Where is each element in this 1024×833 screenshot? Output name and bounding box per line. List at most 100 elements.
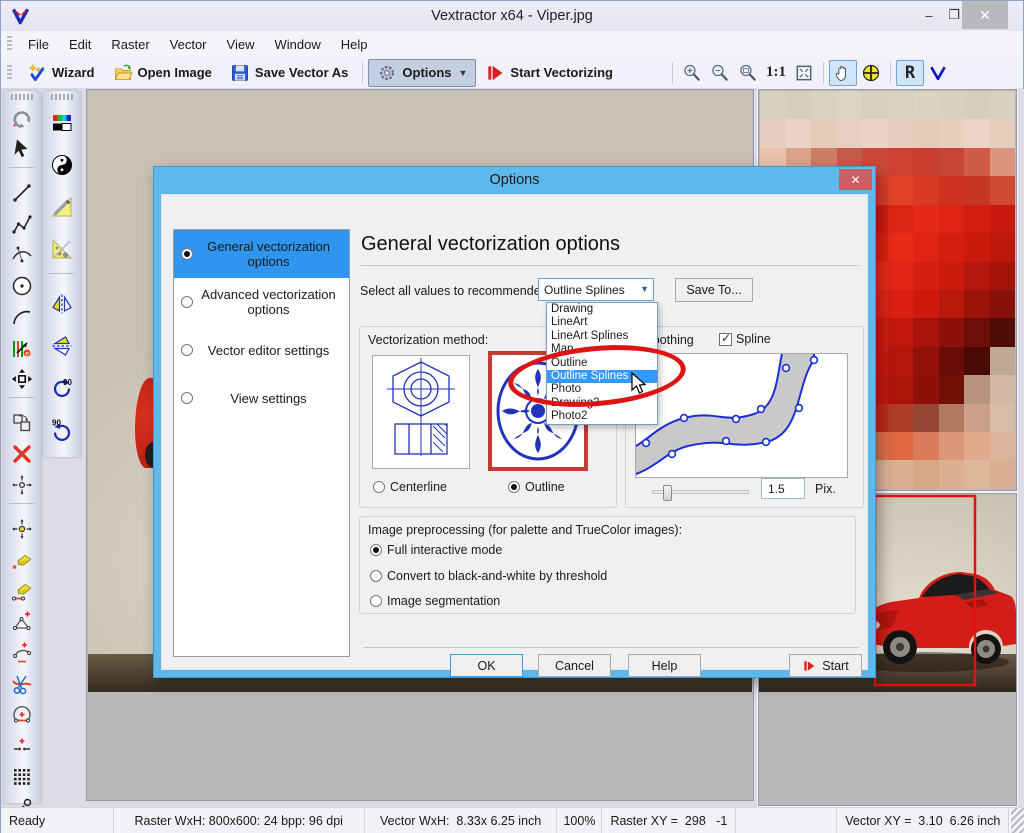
recommended-combobox[interactable]: Outline Splines ▼ [538, 278, 654, 301]
dialog-title: Options [154, 172, 875, 188]
menu-raster[interactable]: Raster [101, 33, 159, 56]
zoom-out-button[interactable] [706, 60, 734, 86]
options-button[interactable]: Options▼ [368, 59, 476, 87]
tool-add-point[interactable] [3, 730, 41, 761]
dropdown-option-drawing[interactable]: Drawing [547, 303, 657, 316]
dropdown-option-lineart-splines[interactable]: LineArt Splines [547, 330, 657, 343]
tool-circle-tool[interactable] [3, 270, 41, 301]
pixel-cell [913, 262, 939, 290]
dropdown-option-photo2[interactable]: Photo2 [547, 410, 657, 423]
tool-move[interactable] [3, 363, 41, 394]
toggle-raster-button[interactable]: R [896, 60, 924, 86]
tool-cut[interactable] [3, 668, 41, 699]
tool-palette[interactable] [43, 102, 81, 144]
centerline-preview[interactable] [372, 355, 470, 469]
options-nav-item-2[interactable]: Vector editor settings [174, 326, 349, 374]
slider-thumb[interactable] [663, 485, 672, 501]
pixel-cell [913, 432, 939, 460]
open-image-button[interactable]: Open Image [104, 59, 221, 87]
menu-view[interactable]: View [217, 33, 265, 56]
select-arrow-icon [10, 137, 34, 161]
dropdown-arrow-icon[interactable]: ▼ [459, 68, 468, 78]
menubar-grip[interactable] [7, 36, 12, 52]
tool-clean-raster[interactable] [43, 186, 81, 228]
tool-delete[interactable] [3, 438, 41, 469]
tool-polyline[interactable] [3, 208, 41, 239]
tool-invert[interactable] [43, 144, 81, 186]
pixel-cell [964, 347, 990, 375]
tool-rotate-cw-90[interactable]: 90 [43, 367, 81, 409]
toolbox-column-edit: e [3, 91, 41, 803]
tool-add-arc[interactable] [3, 637, 41, 668]
actual-size-button[interactable]: 1:1 [762, 60, 790, 86]
open-image-label: Open Image [138, 65, 212, 80]
tool-despeckle[interactable] [43, 228, 81, 270]
menu-window[interactable]: Window [264, 33, 330, 56]
center-view-button[interactable] [857, 60, 885, 86]
save-to-button[interactable]: Save To... [675, 278, 753, 302]
tool-rotate-ccw-90[interactable]: 90 [43, 409, 81, 451]
pan-button[interactable] [829, 60, 857, 86]
spline-checkbox[interactable] [719, 333, 732, 346]
dialog-close-button[interactable]: ✕ [839, 169, 872, 190]
zoom-in-button[interactable] [678, 60, 706, 86]
start-button[interactable]: Start [789, 654, 862, 677]
toggle-raster-icon: R [905, 63, 915, 83]
resize-grip[interactable] [1011, 808, 1024, 833]
menu-edit[interactable]: Edit [59, 33, 101, 56]
toggle-vector-button[interactable] [924, 60, 952, 86]
tool-move-node[interactable] [3, 469, 41, 500]
smoothing-value-field[interactable]: 1.5 [761, 478, 805, 499]
fit-window-button[interactable] [790, 60, 818, 86]
preprocessing-radio-1[interactable]: Convert to black-and-white by threshold [370, 569, 607, 583]
preprocessing-radio-2[interactable]: Image segmentation [370, 594, 500, 608]
tool-select-arrow[interactable] [3, 133, 41, 164]
toolbox-grip[interactable] [51, 94, 73, 100]
pixel-cell [786, 91, 812, 119]
centerline-radio[interactable]: Centerline [373, 480, 447, 494]
toolbox-grip[interactable] [11, 94, 33, 100]
tool-arc-tool[interactable] [3, 301, 41, 332]
palette-icon [50, 111, 74, 135]
close-button[interactable]: ✕ [962, 1, 1008, 29]
tool-flip-horizontal[interactable] [43, 325, 81, 367]
tool-line[interactable] [3, 177, 41, 208]
menu-vector[interactable]: Vector [160, 33, 217, 56]
tool-erase-node[interactable] [3, 544, 41, 575]
minimize-button[interactable]: – [917, 1, 941, 29]
start-vectorizing-button[interactable]: Start Vectorizing [476, 59, 622, 87]
ok-button[interactable]: OK [450, 654, 523, 677]
tool-copy[interactable] [3, 407, 41, 438]
tool-undo[interactable] [3, 102, 41, 133]
spline-checkbox-row[interactable]: Spline [719, 332, 771, 346]
pixel-cell [939, 432, 965, 460]
toolbar-grip[interactable] [7, 65, 12, 81]
save-vector-as-button[interactable]: Save Vector As [221, 59, 357, 87]
smoothing-slider[interactable] [652, 490, 749, 494]
pixel-cell [888, 91, 914, 119]
menu-file[interactable]: File [18, 33, 59, 56]
help-button[interactable]: Help [628, 654, 701, 677]
options-nav-item-3[interactable]: View settings [174, 374, 349, 422]
tool-close-contour[interactable] [3, 699, 41, 730]
wizard-button[interactable]: Wizard [18, 59, 104, 87]
tool-curve-nodes[interactable] [3, 239, 41, 270]
tool-grid[interactable] [3, 761, 41, 792]
outline-radio[interactable]: Outline [508, 480, 565, 494]
tool-flip-vertical[interactable] [43, 283, 81, 325]
options-nav-item-0[interactable]: General vectorization options [174, 230, 349, 278]
options-nav-item-1[interactable]: Advanced vectorization options [174, 278, 349, 326]
tool-add-vertex[interactable] [3, 606, 41, 637]
page-title: General vectorization options [361, 233, 620, 256]
tool-erase-segment[interactable] [3, 575, 41, 606]
save-icon [230, 63, 250, 83]
preprocessing-radio-0[interactable]: Full interactive mode [370, 543, 502, 557]
cancel-button[interactable]: Cancel [538, 654, 611, 677]
dropdown-option-lineart[interactable]: LineArt [547, 316, 657, 329]
menu-help[interactable]: Help [331, 33, 378, 56]
pixel-cell [888, 205, 914, 233]
tool-trace[interactable]: e [3, 332, 41, 363]
move-node-icon [10, 473, 34, 497]
zoom-region-button[interactable] [734, 60, 762, 86]
tool-move-center[interactable] [3, 513, 41, 544]
